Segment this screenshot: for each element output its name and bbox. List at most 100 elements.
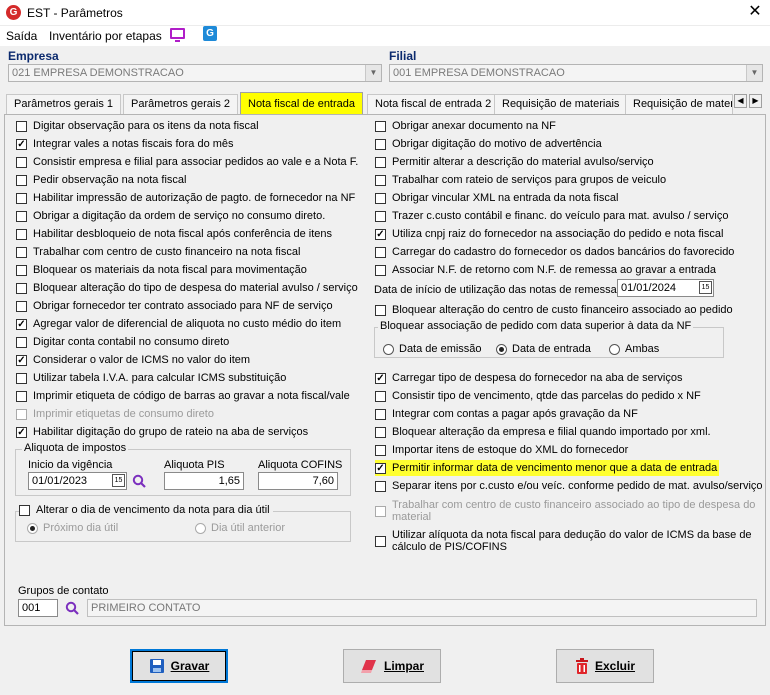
right-option-b-checkbox-2[interactable]: Integrar com contas a pagar após gravaçã…	[375, 406, 638, 422]
radio-data-emissao[interactable]: Data de emissão	[383, 341, 482, 357]
checkbox-box[interactable]	[16, 120, 27, 132]
checkbox-box[interactable]	[375, 304, 386, 316]
inicio-vigencia-input[interactable]: 01/01/2023 15	[28, 472, 127, 490]
radio-button[interactable]	[27, 522, 38, 534]
tab-nota-fiscal-entrada-2[interactable]: Nota fiscal de entrada 2	[367, 94, 500, 114]
checkbox-box[interactable]	[375, 120, 386, 132]
checkbox-box[interactable]	[16, 228, 27, 240]
right-option-checkbox-1[interactable]: Obrigar digitação do motivo de advertênc…	[375, 136, 602, 152]
checkbox-box[interactable]	[16, 210, 27, 222]
left-option-checkbox-3[interactable]: Pedir observação na nota fiscal	[16, 172, 186, 188]
search-icon[interactable]	[65, 601, 79, 615]
checkbox-box[interactable]	[19, 504, 30, 516]
grupos-code-input[interactable]: 001	[18, 599, 58, 617]
checkbox-box[interactable]	[16, 300, 27, 312]
checkbox-box[interactable]	[375, 210, 386, 222]
utilizar-aliquota-checkbox[interactable]: Utilizar alíquota da nota fiscal para de…	[375, 529, 752, 555]
tab-scroll-left-icon[interactable]: ◀	[734, 94, 747, 108]
checkbox-box[interactable]	[16, 246, 27, 258]
left-option-checkbox-0[interactable]: Digitar observação para os itens da nota…	[16, 118, 259, 134]
left-option-checkbox-17[interactable]: ✓ Habilitar digitação do grupo de rateio …	[16, 424, 308, 440]
right-option-checkbox-0[interactable]: Obrigar anexar documento na NF	[375, 118, 556, 134]
chevron-down-icon[interactable]: ▼	[746, 65, 762, 81]
radio-dia-util-anterior[interactable]: Dia útil anterior	[195, 520, 285, 536]
left-option-checkbox-9[interactable]: Bloquear alteração do tipo de despesa do…	[16, 280, 358, 296]
left-option-checkbox-16[interactable]: Imprimir etiquetas de consumo direto	[16, 406, 214, 422]
tab-requisicao-materiais[interactable]: Requisição de materiais	[494, 94, 628, 114]
tab-parametros-gerais-2[interactable]: Parâmetros gerais 2	[123, 94, 239, 114]
checkbox-box[interactable]	[16, 156, 27, 168]
checkbox-box[interactable]	[375, 506, 386, 517]
left-option-checkbox-5[interactable]: Obrigar a digitação da ordem de serviço …	[16, 208, 325, 224]
checkbox-box[interactable]	[375, 536, 386, 547]
left-option-checkbox-7[interactable]: Trabalhar com centro de custo financeiro…	[16, 244, 300, 260]
right-option-b-checkbox-3[interactable]: Bloquear alteração da empresa e filial q…	[375, 424, 711, 440]
right-option-checkbox-6[interactable]: ✓ Utiliza cnpj raiz do fornecedor na asso…	[375, 226, 723, 242]
radio-proximo-dia-util[interactable]: Próximo dia útil	[27, 520, 118, 536]
right-option-checkbox-7[interactable]: Carregar do cadastro do fornecedor os da…	[375, 244, 734, 260]
checkbox-box[interactable]	[375, 480, 386, 492]
right-option-checkbox-5[interactable]: Trazer c.custo contábil e financ. do veí…	[375, 208, 728, 224]
tab-scroll-right-icon[interactable]: ▶	[749, 94, 762, 108]
empresa-combo[interactable]: 021 EMPRESA DEMONSTRACAO ▼	[8, 64, 382, 82]
checkbox-box[interactable]	[375, 156, 386, 168]
chevron-down-icon[interactable]: ▼	[365, 65, 381, 81]
checkbox-box[interactable]	[16, 390, 27, 402]
checkbox-box[interactable]	[16, 192, 27, 204]
checkbox-box[interactable]: ✓	[16, 354, 27, 366]
left-option-checkbox-11[interactable]: ✓ Agregar valor de diferencial de aliquot…	[16, 316, 341, 332]
checkbox-box[interactable]	[375, 192, 386, 204]
checkbox-box[interactable]	[375, 426, 386, 438]
checkbox-box[interactable]	[375, 174, 386, 186]
left-option-checkbox-14[interactable]: Utilizar tabela I.V.A. para calcular ICM…	[16, 370, 286, 386]
aliquota-pis-input[interactable]: 1,65	[164, 472, 244, 490]
right-option-b-checkbox-6[interactable]: Separar itens por c.custo e/ou veíc. con…	[375, 478, 763, 494]
right-option-b-checkbox-1[interactable]: Consistir tipo de vencimento, qtde das p…	[375, 388, 701, 404]
filial-combo[interactable]: 001 EMPRESA DEMONSTRACAO ▼	[389, 64, 763, 82]
right-option-b-checkbox-4[interactable]: Importar itens de estoque do XML do forn…	[375, 442, 628, 458]
left-option-checkbox-6[interactable]: Habilitar desbloqueio de nota fiscal apó…	[16, 226, 332, 242]
checkbox-box[interactable]	[375, 138, 386, 150]
data-inicio-input[interactable]: 01/01/2024 15	[617, 279, 714, 297]
tab-nota-fiscal-entrada[interactable]: Nota fiscal de entrada	[240, 92, 364, 114]
checkbox-box[interactable]	[375, 264, 386, 276]
checkbox-box[interactable]	[375, 246, 386, 258]
right-option-checkbox-2[interactable]: Permitir alterar a descrição do material…	[375, 154, 654, 170]
checkbox-box[interactable]	[16, 408, 27, 420]
limpar-button[interactable]: Limpar	[343, 649, 441, 683]
aliquota-cofins-input[interactable]: 7,60	[258, 472, 338, 490]
checkbox-box[interactable]	[375, 390, 386, 402]
checkbox-box[interactable]: ✓	[375, 372, 386, 384]
right-option-checkbox-3[interactable]: Trabalhar com rateio de serviços para gr…	[375, 172, 666, 188]
checkbox-box[interactable]: ✓	[375, 462, 386, 474]
tab-parametros-gerais-1[interactable]: Parâmetros gerais 1	[6, 94, 122, 114]
radio-ambas[interactable]: Ambas	[609, 341, 659, 357]
checkbox-box[interactable]: ✓	[16, 318, 27, 330]
gravar-button[interactable]: Gravar	[130, 649, 228, 683]
left-option-checkbox-1[interactable]: ✓ Integrar vales a notas fiscais fora do …	[16, 136, 234, 152]
checkbox-box[interactable]	[16, 372, 27, 384]
left-option-checkbox-2[interactable]: Consistir empresa e filial para associar…	[16, 154, 358, 170]
checkbox-box[interactable]	[16, 336, 27, 348]
tab-requisicao-materiais-2[interactable]: Requisição de materi	[625, 94, 733, 114]
left-option-checkbox-8[interactable]: Bloquear os materiais da nota fiscal par…	[16, 262, 307, 278]
left-option-checkbox-12[interactable]: Digitar conta contabil no consumo direto	[16, 334, 229, 350]
right-option-b-checkbox-5[interactable]: ✓ Permitir informar data de vencimento me…	[375, 460, 720, 476]
menu-saida[interactable]: Saída	[6, 29, 37, 43]
right-option-checkbox-4[interactable]: Obrigar vincular XML na entrada da nota …	[375, 190, 618, 206]
menu-inventario[interactable]: Inventário por etapas	[49, 29, 162, 43]
checkbox-box[interactable]	[375, 408, 386, 420]
checkbox-box[interactable]	[375, 444, 386, 456]
checkbox-box[interactable]: ✓	[16, 138, 27, 150]
left-option-checkbox-4[interactable]: Habilitar impressão de autorização de pa…	[16, 190, 355, 206]
checkbox-box[interactable]: ✓	[375, 228, 386, 240]
left-option-checkbox-13[interactable]: ✓ Considerar o valor de ICMS no valor do …	[16, 352, 250, 368]
left-option-checkbox-15[interactable]: Imprimir etiqueta de código de barras ao…	[16, 388, 350, 404]
radio-button[interactable]	[195, 522, 206, 534]
radio-button[interactable]	[609, 343, 620, 355]
calendar-icon[interactable]: 15	[112, 474, 125, 487]
trabalhar-centro-despesa-checkbox[interactable]: Trabalhar com centro de custo financeiro…	[375, 499, 755, 525]
checkbox-box[interactable]	[16, 264, 27, 276]
search-icon[interactable]	[132, 474, 146, 488]
checkbox-box[interactable]	[16, 282, 27, 294]
